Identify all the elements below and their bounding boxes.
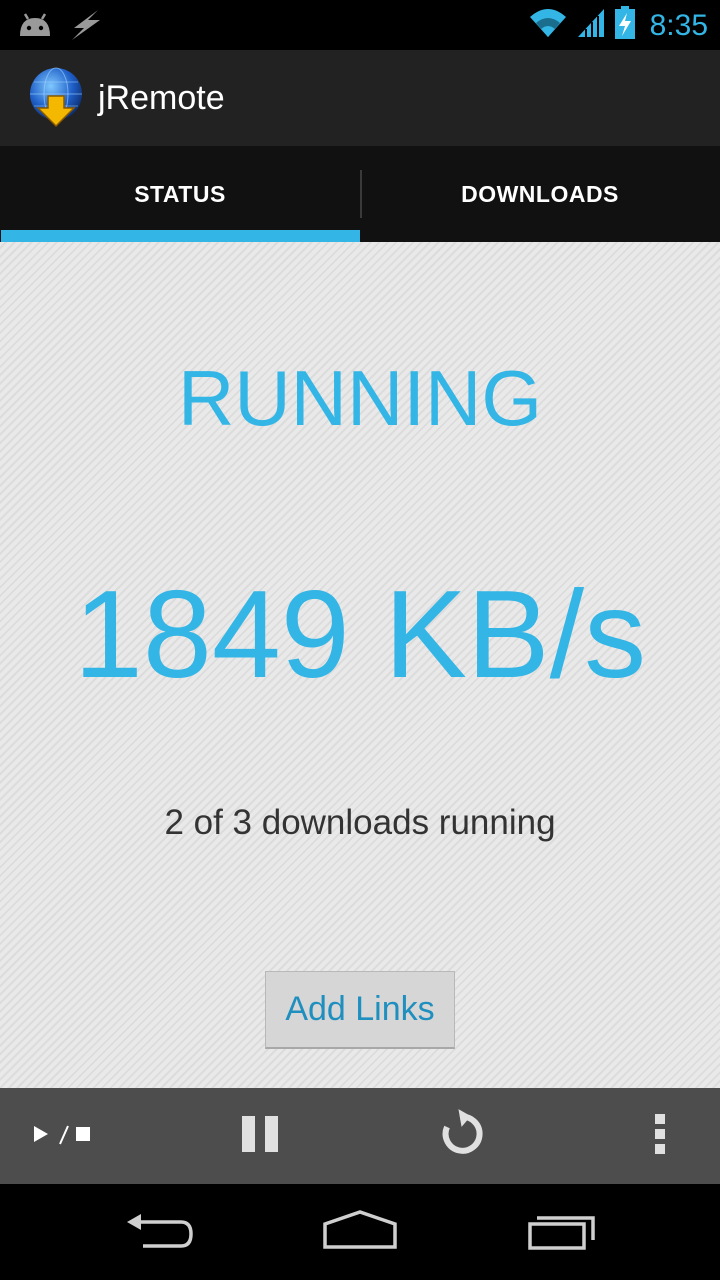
add-links-button[interactable]: Add Links — [265, 971, 455, 1049]
screen: 8:35 jRemote STATUS DOWNLOADS RUNNING 18… — [0, 0, 720, 1280]
recent-apps-icon — [527, 1210, 599, 1255]
pause-button[interactable] — [200, 1088, 320, 1184]
downloads-summary: 2 of 3 downloads running — [164, 803, 556, 842]
overflow-menu-button[interactable] — [600, 1088, 720, 1184]
refresh-button[interactable] — [400, 1088, 520, 1184]
app-title: jRemote — [98, 79, 225, 117]
globe-download-icon[interactable] — [28, 66, 84, 128]
tab-selected-indicator — [1, 230, 360, 242]
speed-text: 1849 KB/s — [73, 566, 647, 704]
home-icon — [322, 1209, 398, 1255]
back-icon — [125, 1210, 195, 1255]
tab-status[interactable]: STATUS — [0, 146, 360, 242]
refresh-icon — [435, 1108, 485, 1164]
navigation-bar — [0, 1184, 720, 1280]
signal-icon — [576, 7, 606, 44]
status-panel: RUNNING 1849 KB/s 2 of 3 downloads runni… — [0, 242, 720, 1088]
play-stop-icon — [30, 1122, 90, 1151]
usb-icon — [68, 8, 104, 47]
back-button[interactable] — [100, 1184, 220, 1280]
state-text: RUNNING — [178, 354, 542, 442]
recent-apps-button[interactable] — [503, 1184, 623, 1280]
home-button[interactable] — [300, 1184, 420, 1280]
pause-icon — [240, 1114, 280, 1159]
action-bar: jRemote — [0, 50, 720, 146]
tab-downloads[interactable]: DOWNLOADS — [360, 146, 720, 242]
android-debug-icon — [16, 10, 54, 45]
bottom-toolbar — [0, 1088, 720, 1184]
play-stop-button[interactable] — [0, 1088, 120, 1184]
tab-bar: STATUS DOWNLOADS — [0, 146, 720, 242]
wifi-icon — [528, 7, 568, 44]
battery-charging-icon — [614, 6, 636, 45]
overflow-menu-icon — [654, 1113, 666, 1160]
clock: 8:35 — [649, 8, 708, 42]
status-bar: 8:35 — [0, 0, 720, 50]
